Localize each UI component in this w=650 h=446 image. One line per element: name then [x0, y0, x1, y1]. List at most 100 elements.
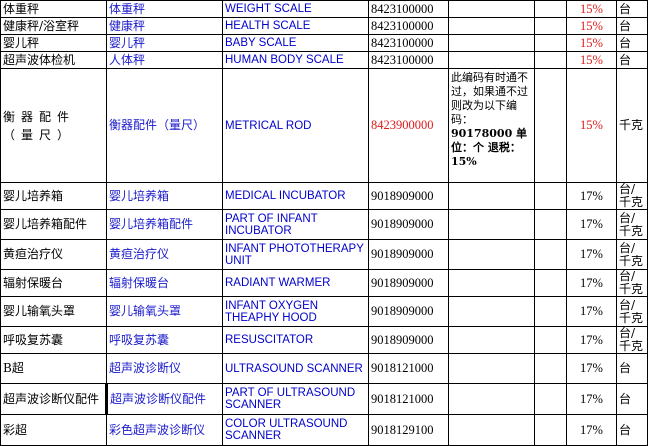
- product-name-cell: 超声波诊断仪配件: [106, 383, 223, 415]
- hs-code-cell: 8423100000: [368, 17, 449, 35]
- hs-code-cell: 9018121000: [368, 383, 449, 415]
- rebate-rate-cell: 17%: [566, 326, 617, 354]
- product-name-cell: 健康秤: [106, 17, 223, 35]
- unit-cell: 台: [616, 383, 648, 415]
- table-row: 婴儿培养箱 婴儿培养箱 MEDICAL INCUBATOR 9018909000…: [0, 182, 648, 210]
- hs-code-cell: 8423100000: [368, 51, 449, 69]
- tariff-table: 体重秤 体重秤 WEIGHT SCALE 8423100000 15% 台 健康…: [0, 0, 648, 446]
- hs-code-cell: 9018909000: [368, 326, 449, 354]
- hs-code-cell: 9018909000: [368, 182, 449, 210]
- unit-cell: 台: [616, 0, 648, 18]
- rebate-rate-cell: 17%: [566, 414, 617, 446]
- unit-cell: 台: [616, 17, 648, 35]
- hs-code-cell: 9018121000: [368, 353, 449, 384]
- english-name-cell: RESUSCITATOR: [222, 326, 369, 354]
- unit-cell: 台/千克: [616, 296, 648, 327]
- table-row: B超 超声波诊断仪 ULTRASOUND SCANNER 9018121000 …: [0, 353, 648, 384]
- note-cell: [448, 17, 535, 35]
- table-row: 衡器配件（量尺） 衡器配件（量尺） METRICAL ROD 842390000…: [0, 68, 648, 183]
- rebate-rate-cell: 15%: [566, 17, 617, 35]
- note-cell: 此编码有时通不过，如果通不过则改为以下编码：90178000 单位：个 退税：1…: [448, 68, 535, 183]
- note-cell: [448, 209, 535, 240]
- english-name-cell: HUMAN BODY SCALE: [222, 51, 369, 69]
- unit-cell: 台/千克: [616, 182, 648, 210]
- english-name-cell: INFANT PHOTOTHERAPY UNIT: [222, 239, 369, 270]
- item-cell: 辐射保暖台: [0, 269, 107, 297]
- blank-cell: [534, 34, 567, 52]
- item-cell: 婴儿秤: [0, 34, 107, 52]
- blank-cell: [534, 182, 567, 210]
- item-cell: 呼吸复苏囊: [0, 326, 107, 354]
- note-cell: [448, 239, 535, 270]
- product-name-cell: 呼吸复苏囊: [106, 326, 223, 354]
- hs-code-cell: 9018129100: [368, 414, 449, 446]
- english-name-cell: WEIGHT SCALE: [222, 0, 369, 18]
- table-row: 彩超 彩色超声波诊断仪 COLOR ULTRASOUND SCANNER 901…: [0, 414, 648, 446]
- product-name-cell: 辐射保暖台: [106, 269, 223, 297]
- item-cell: 超声波体检机: [0, 51, 107, 69]
- rebate-rate-cell: 17%: [566, 182, 617, 210]
- blank-cell: [534, 0, 567, 18]
- english-name-cell: BABY SCALE: [222, 34, 369, 52]
- item-cell: 衡器配件（量尺）: [0, 68, 107, 183]
- item-cell: 黄疸治疗仪: [0, 239, 107, 270]
- product-name-cell: 婴儿秤: [106, 34, 223, 52]
- table-row: 婴儿秤 婴儿秤 BABY SCALE 8423100000 15% 台: [0, 34, 648, 52]
- rebate-rate-cell: 17%: [566, 296, 617, 327]
- hs-code-cell: 9018909000: [368, 239, 449, 270]
- hs-code-cell: 8423100000: [368, 34, 449, 52]
- product-name-cell: 婴儿输氧头罩: [106, 296, 223, 327]
- rebate-rate-cell: 15%: [566, 0, 617, 18]
- blank-cell: [534, 68, 567, 183]
- item-cell: 健康秤/浴室秤: [0, 17, 107, 35]
- note-cell: [448, 353, 535, 384]
- product-name-cell: 超声波诊断仪: [106, 353, 223, 384]
- english-name-cell: ULTRASOUND SCANNER: [222, 353, 369, 384]
- product-name-cell: 体重秤: [106, 0, 223, 18]
- unit-cell: 台/千克: [616, 326, 648, 354]
- item-cell: 体重秤: [0, 0, 107, 18]
- rebate-rate-cell: 17%: [566, 383, 617, 415]
- note-alt-code: 90178000 单位：个 退税：15%: [451, 127, 528, 168]
- rebate-rate-cell: 15%: [566, 34, 617, 52]
- note-cell: [448, 269, 535, 297]
- hs-code-cell: 8423100000: [368, 0, 449, 18]
- note-cell: [448, 414, 535, 446]
- rebate-rate-cell: 17%: [566, 353, 617, 384]
- unit-cell: 台/千克: [616, 209, 648, 240]
- table-row: 辐射保暖台 辐射保暖台 RADIANT WARMER 9018909000 17…: [0, 269, 648, 297]
- rebate-rate-cell: 15%: [566, 68, 617, 183]
- english-name-cell: PART OF ULTRASOUND SCANNER: [222, 383, 369, 415]
- hs-code-cell: 9018909000: [368, 209, 449, 240]
- rebate-rate-cell: 17%: [566, 269, 617, 297]
- unit-cell: 台: [616, 353, 648, 384]
- note-cell: [448, 383, 535, 415]
- unit-cell: 台/千克: [616, 239, 648, 270]
- english-name-cell: PART OF INFANT INCUBATOR: [222, 209, 369, 240]
- table-row: 超声波诊断仪配件 超声波诊断仪配件 PART OF ULTRASOUND SCA…: [0, 383, 648, 415]
- table-row: 健康秤/浴室秤 健康秤 HEALTH SCALE 8423100000 15% …: [0, 17, 648, 35]
- table-row: 黄疸治疗仪 黄疸治疗仪 INFANT PHOTOTHERAPY UNIT 901…: [0, 239, 648, 270]
- blank-cell: [534, 17, 567, 35]
- table-row: 体重秤 体重秤 WEIGHT SCALE 8423100000 15% 台: [0, 0, 648, 18]
- note-cell: [448, 182, 535, 210]
- rebate-rate-cell: 17%: [566, 209, 617, 240]
- blank-cell: [534, 239, 567, 270]
- note-cell: [448, 34, 535, 52]
- unit-cell: 台: [616, 414, 648, 446]
- blank-cell: [534, 269, 567, 297]
- hs-code-cell: 9018909000: [368, 296, 449, 327]
- table-row: 超声波体检机 人体秤 HUMAN BODY SCALE 8423100000 1…: [0, 51, 648, 69]
- english-name-cell: RADIANT WARMER: [222, 269, 369, 297]
- unit-cell: 千克: [616, 68, 648, 183]
- english-name-cell: MEDICAL INCUBATOR: [222, 182, 369, 210]
- english-name-cell: METRICAL ROD: [222, 68, 369, 183]
- item-cell: B超: [0, 353, 107, 384]
- product-name-cell: 彩色超声波诊断仪: [106, 414, 223, 446]
- blank-cell: [534, 296, 567, 327]
- table-row: 婴儿输氧头罩 婴儿输氧头罩 INFANT OXYGEN THEAPHY HOOD…: [0, 296, 648, 327]
- english-name-cell: INFANT OXYGEN THEAPHY HOOD: [222, 296, 369, 327]
- note-cell: [448, 326, 535, 354]
- product-name-cell: 婴儿培养箱配件: [106, 209, 223, 240]
- product-name-cell: 人体秤: [106, 51, 223, 69]
